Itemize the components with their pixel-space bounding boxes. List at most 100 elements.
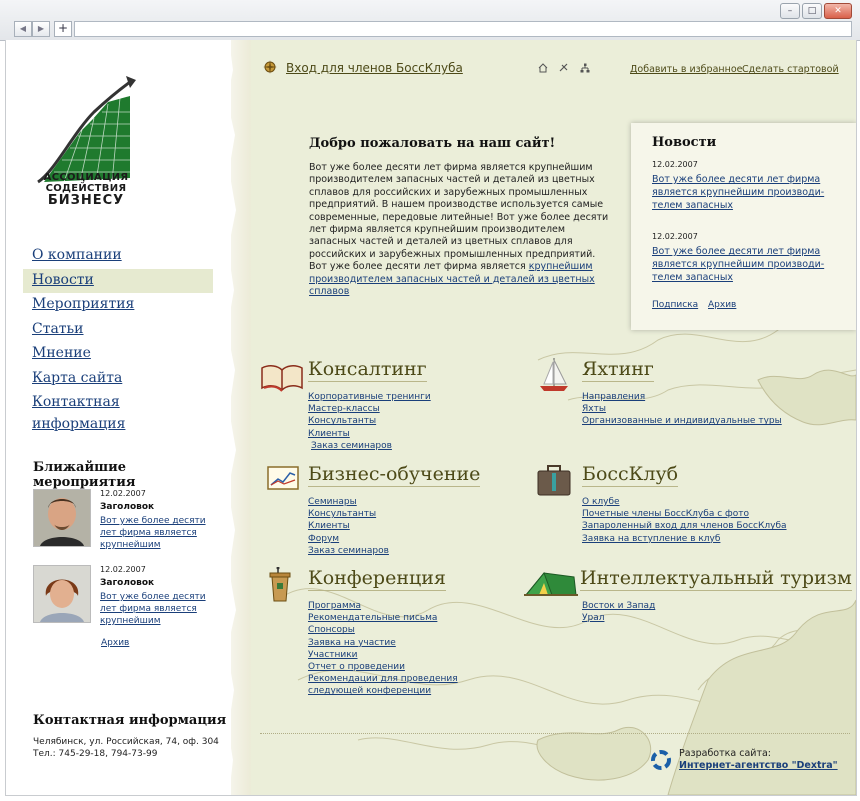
minimize-icon[interactable]: – [780, 3, 800, 19]
section-link[interactable]: Клиенты [308, 520, 389, 532]
contacts-title: Контактная информация [33, 713, 227, 728]
section-title[interactable]: Бизнес-обучение [308, 463, 481, 487]
section-links: О клубе Почетные члены БоссКлуба с фото … [582, 496, 787, 545]
section-link[interactable]: Программа [308, 600, 458, 612]
section-link[interactable]: Отчет о проведении [308, 661, 458, 673]
section-link[interactable]: Восток и Запад [582, 600, 655, 612]
add-favorites-link[interactable]: Добавить в избранное [630, 64, 742, 75]
address-bar[interactable] [74, 21, 852, 37]
logo-line: БИЗНЕСУ [47, 193, 125, 208]
section-link[interactable]: Организованные и индивидуальные туры [582, 415, 782, 427]
events-archive-link[interactable]: Архив [101, 638, 129, 648]
back-icon[interactable]: ◀ [14, 21, 32, 37]
event-date: 12.02.2007 [100, 489, 146, 498]
welcome-text: Вот уже более десяти лет фирма является … [309, 162, 614, 298]
section-title[interactable]: БоссКлуб [582, 463, 679, 487]
compass-icon [263, 60, 277, 74]
contact-phones: Тел.: 745-29-18, 794-73-99 [33, 749, 158, 759]
news-item-link[interactable]: Вот уже более десяти лет фирма является … [652, 245, 837, 284]
logo-line: АССОЦИАЦИЯ [43, 172, 129, 183]
chart-icon [267, 466, 299, 490]
logo-text: АССОЦИАЦИЯ СОДЕЙСТВИЯ БИЗНЕСУ [36, 172, 136, 208]
browser-chrome: – □ ✕ ◀ ▶ + [0, 0, 860, 41]
event-title: Заголовок [100, 502, 155, 512]
home-icon[interactable] [538, 63, 548, 73]
event-item: 12.02.2007 Заголовок Вот уже более десят… [33, 565, 213, 627]
section-link[interactable]: Рекомендательные письма [308, 612, 458, 624]
section-link[interactable]: Направления [582, 391, 782, 403]
news-subscribe-link[interactable]: Подписка [652, 300, 698, 310]
section-link[interactable]: Заявка на участие [308, 637, 458, 649]
make-start-link[interactable]: Сделать стартовой [742, 64, 839, 75]
section-title[interactable]: Яхтинг [582, 358, 654, 382]
sitemap-icon[interactable] [580, 63, 590, 73]
sailboat-icon [540, 358, 568, 391]
section-link[interactable]: Заказ семинаров [308, 440, 431, 452]
section-title[interactable]: Консалтинг [308, 358, 427, 382]
menu-item-events[interactable]: Мероприятия [23, 293, 213, 318]
section-link[interactable]: Участники [308, 649, 458, 661]
briefcase-icon [537, 465, 571, 496]
section-title[interactable]: Конференция [308, 567, 446, 591]
news-archive-link[interactable]: Архив [708, 300, 736, 310]
sidebar: АССОЦИАЦИЯ СОДЕЙСТВИЯ БИЗНЕСУ О компании… [6, 40, 231, 795]
section-link[interactable]: Клиенты [308, 428, 431, 440]
menu-item-sitemap[interactable]: Карта сайта [23, 367, 213, 392]
menu-item-news[interactable]: Новости [23, 268, 213, 293]
menu-item-contacts[interactable]: Контактная информация [23, 391, 213, 432]
section-links: Восток и Запад Урал [582, 600, 655, 624]
event-title: Заголовок [100, 578, 155, 588]
member-login-link[interactable]: Вход для членов БоссКлуба [286, 61, 463, 75]
nav-buttons: ◀ ▶ [14, 21, 50, 37]
forward-icon[interactable]: ▶ [32, 21, 50, 37]
section-link[interactable]: Рекомендации для проведения [308, 673, 458, 685]
tent-icon [524, 572, 578, 596]
section-link[interactable]: следующей конференции [308, 685, 458, 697]
news-box: Новости 12.02.2007 Вот уже более десяти … [631, 123, 856, 330]
section-links: Корпоративные тренинги Мастер-классы Кон… [308, 391, 431, 452]
news-date: 12.02.2007 [652, 160, 698, 169]
window-controls: – □ ✕ [780, 3, 852, 19]
section-links: Семинары Консультанты Клиенты Форум Зака… [308, 496, 389, 557]
podium-icon [269, 567, 291, 602]
mail-icon[interactable] [559, 63, 569, 73]
welcome-title: Добро пожаловать на наш сайт! [309, 136, 556, 151]
section-link[interactable]: Корпоративные тренинги [308, 391, 431, 403]
events-title: Ближайшие мероприятия [33, 460, 136, 490]
new-tab-icon[interactable]: + [54, 21, 72, 37]
section-link[interactable]: Семинары [308, 496, 389, 508]
section-link[interactable]: О клубе [582, 496, 787, 508]
book-icon [261, 365, 303, 392]
section-link[interactable]: Спонсоры [308, 624, 458, 636]
news-date: 12.02.2007 [652, 232, 698, 241]
event-item: 12.02.2007 Заголовок Вот уже более десят… [33, 489, 213, 551]
developer-label: Разработка сайта: [679, 748, 772, 759]
section-link[interactable]: Заявка на вступление в клуб [582, 533, 787, 545]
section-link[interactable]: Консультанты [308, 508, 389, 520]
section-title[interactable]: Интеллектуальный туризм [580, 567, 852, 591]
section-link[interactable]: Консультанты [308, 415, 431, 427]
contact-address: Челябинск, ул. Российская, 74, оф. 304 [33, 737, 219, 747]
section-link[interactable]: Запароленный вход для членов БоссКлуба [582, 520, 787, 532]
menu-item-articles[interactable]: Статьи [23, 318, 213, 343]
menu-item-about[interactable]: О компании [23, 244, 213, 269]
section-link[interactable]: Мастер-классы [308, 403, 431, 415]
section-link[interactable]: Заказ семинаров [308, 545, 389, 557]
section-links: Направления Яхты Организованные и индиви… [582, 391, 782, 428]
main-menu: О компании Новости Мероприятия Статьи Мн… [23, 244, 213, 432]
avatar[interactable] [33, 489, 91, 547]
maximize-icon[interactable]: □ [802, 3, 822, 19]
welcome-paragraph: Вот уже более десяти лет фирма является … [309, 162, 609, 273]
event-link[interactable]: Вот уже более десяти лет фирма является … [100, 591, 212, 627]
section-link[interactable]: Яхты [582, 403, 782, 415]
close-icon[interactable]: ✕ [824, 3, 852, 19]
section-link[interactable]: Форум [308, 533, 389, 545]
avatar[interactable] [33, 565, 91, 623]
developer-link[interactable]: Интернет-агентство "Dextra" [679, 760, 838, 771]
section-link[interactable]: Почетные члены БоссКлуба с фото [582, 508, 787, 520]
event-link[interactable]: Вот уже более десяти лет фирма является … [100, 515, 212, 551]
menu-item-opinion[interactable]: Мнение [23, 342, 213, 367]
section-link[interactable]: Урал [582, 612, 655, 624]
news-item-link[interactable]: Вот уже более десяти лет фирма является … [652, 173, 837, 212]
main-area: Вход для членов БоссКлуба Добавить в изб… [238, 40, 856, 795]
